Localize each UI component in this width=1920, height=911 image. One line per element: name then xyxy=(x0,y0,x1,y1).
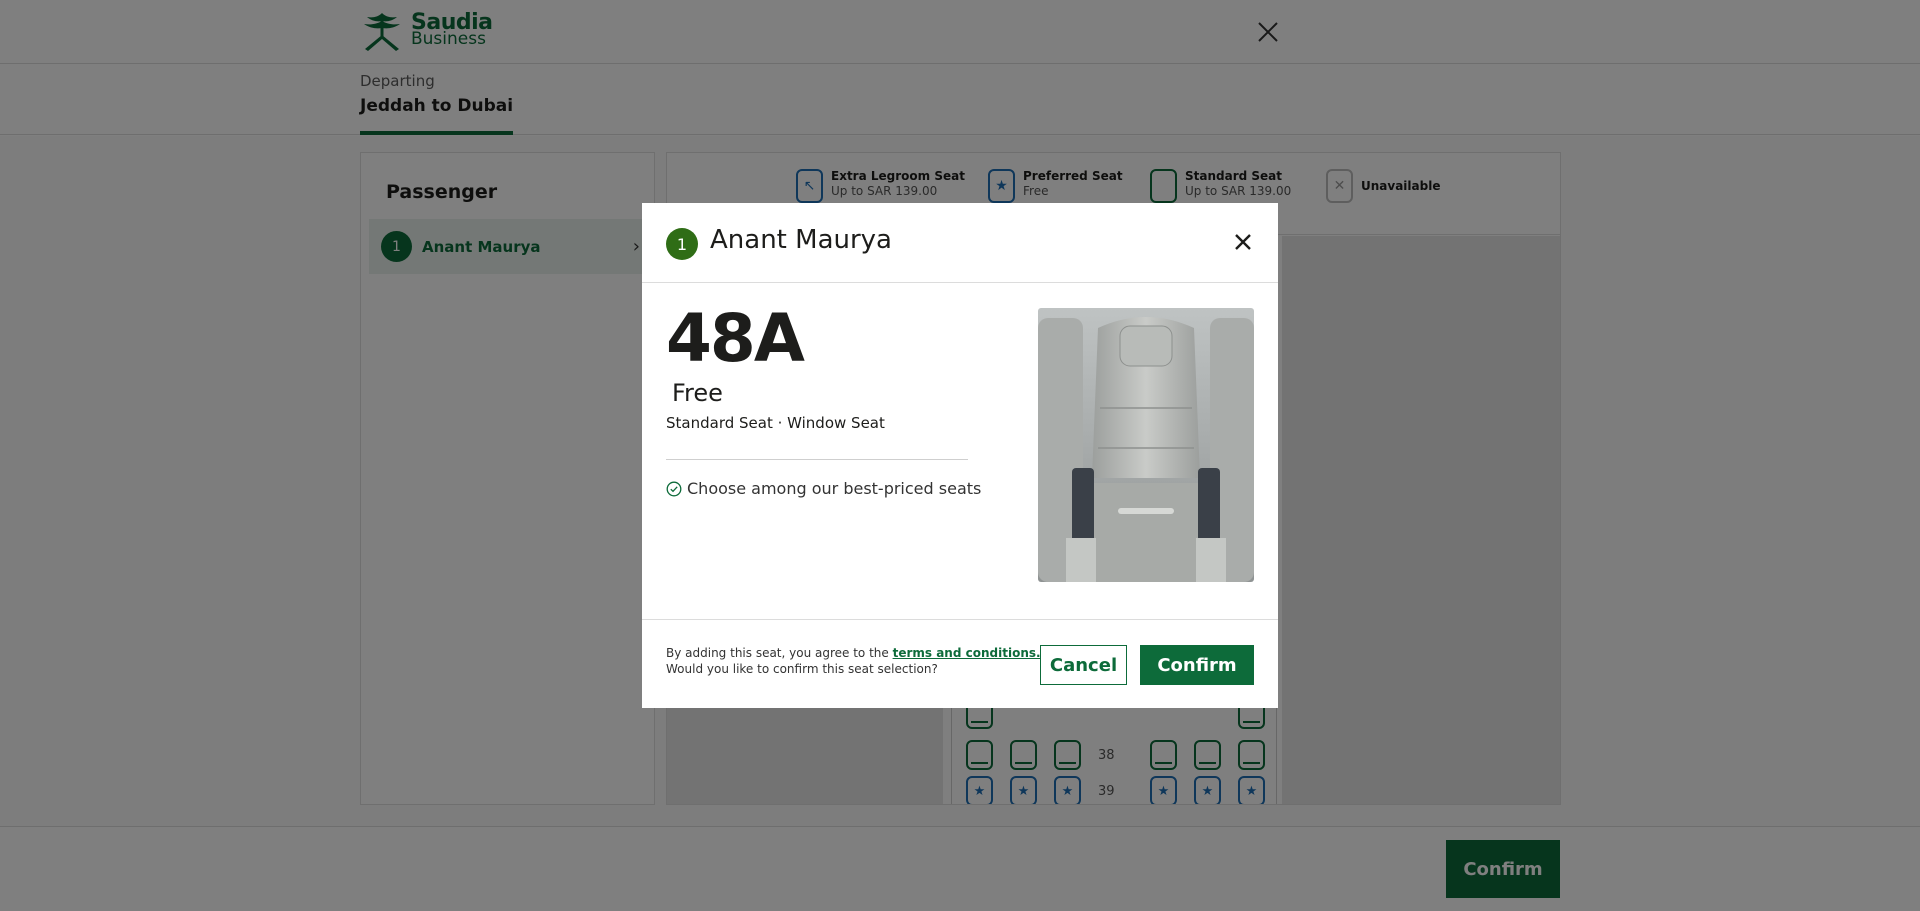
terms-question: Would you like to confirm this seat sele… xyxy=(666,662,938,676)
terms-notice: By adding this seat, you agree to the te… xyxy=(666,645,1041,677)
modal-passenger-name: Anant Maurya xyxy=(710,225,892,255)
seat-description: Standard Seat · Window Seat xyxy=(666,414,885,432)
terms-link[interactable]: terms and conditions. xyxy=(893,646,1041,660)
seat-code: 48A xyxy=(666,300,805,377)
benefit-text: Choose among our best-priced seats xyxy=(687,479,982,498)
seat-photo xyxy=(1038,308,1254,582)
confirm-button[interactable]: Confirm xyxy=(1140,645,1254,685)
modal-footer: By adding this seat, you agree to the te… xyxy=(642,619,1278,708)
seat-price: Free xyxy=(672,379,723,407)
close-icon[interactable] xyxy=(1226,225,1260,259)
cancel-button[interactable]: Cancel xyxy=(1040,645,1127,685)
terms-prefix: By adding this seat, you agree to the xyxy=(666,646,893,660)
modal-header: 1 Anant Maurya xyxy=(642,203,1278,283)
divider xyxy=(666,459,968,460)
check-circle-icon xyxy=(666,481,682,496)
seat-selection-modal: 1 Anant Maurya 48A Free Standard Seat · … xyxy=(642,203,1278,708)
passenger-number-badge: 1 xyxy=(666,228,698,260)
seat-benefit: Choose among our best-priced seats xyxy=(666,479,981,498)
